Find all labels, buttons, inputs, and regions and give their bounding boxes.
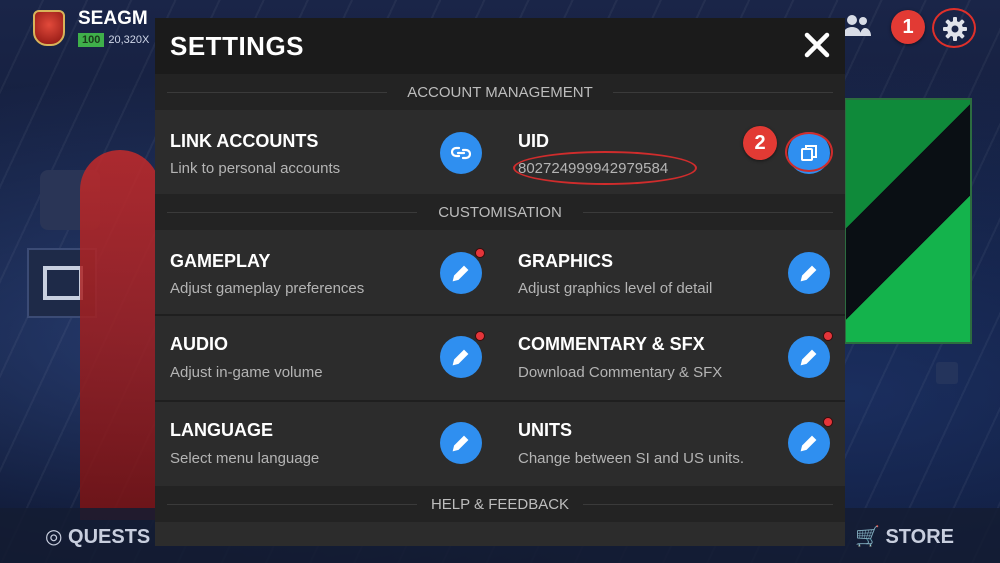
section-title: HELP & FEEDBACK: [430, 496, 570, 513]
promo-panel[interactable]: [844, 98, 972, 344]
uid-highlight-oval: [513, 151, 697, 185]
notification-dot: [475, 248, 485, 258]
settings-row-2: AUDIO Adjust in-game volume COMMENTARY &…: [155, 316, 845, 400]
notification-dot: [823, 331, 833, 341]
edit-pencil-icon: [452, 265, 469, 282]
friends-icon[interactable]: [842, 12, 872, 38]
gameplay-title: GAMEPLAY: [170, 251, 271, 271]
graphics-subtitle: Adjust graphics level of detail: [518, 280, 713, 297]
language-edit-button[interactable]: [440, 422, 482, 464]
edit-pencil-icon: [800, 349, 817, 366]
news-icon: [43, 266, 83, 300]
settings-row-1: GAMEPLAY Adjust gameplay preferences GRA…: [155, 230, 845, 314]
section-help-feedback: HELP & FEEDBACK: [155, 486, 845, 522]
club-name: SEAGM: [78, 8, 148, 29]
gameplay-subtitle: Adjust gameplay preferences: [170, 280, 365, 297]
section-customisation: CUSTOMISATION: [155, 194, 845, 230]
club-crest-icon: [33, 10, 65, 46]
store-button[interactable]: 🛒 STORE: [855, 524, 954, 549]
graphics-edit-button[interactable]: [788, 252, 830, 294]
audio-edit-button[interactable]: [440, 336, 482, 378]
modal-title: SETTINGS: [170, 31, 305, 61]
units-item: UNITS Change between SI and US units.: [503, 402, 845, 486]
store-label: STORE: [885, 526, 955, 548]
edit-pencil-icon: [800, 435, 817, 452]
step-marker-1: 1: [891, 10, 925, 44]
player-figure: [80, 150, 160, 520]
notification-dot: [475, 331, 485, 341]
uid-title: UID: [518, 131, 549, 151]
settings-row-help-partial: [155, 522, 845, 546]
close-icon[interactable]: [800, 28, 834, 62]
settings-modal: SETTINGS ACCOUNT MANAGEMENT LINK ACCOUNT…: [155, 18, 845, 546]
quests-button[interactable]: ◎ QUESTS: [45, 524, 150, 549]
link-icon: [451, 146, 471, 160]
units-title: UNITS: [518, 420, 572, 440]
link-accounts-button[interactable]: [440, 132, 482, 174]
gear-icon: [943, 17, 967, 41]
edit-pencil-icon: [800, 265, 817, 282]
commentary-item: COMMENTARY & SFX Download Commentary & S…: [503, 316, 845, 400]
notification-dot: [823, 417, 833, 427]
language-title: LANGUAGE: [170, 420, 273, 440]
modal-header: SETTINGS: [155, 18, 845, 74]
audio-subtitle: Adjust in-game volume: [170, 364, 323, 381]
club-sub-text: 20,320X: [108, 34, 150, 46]
edit-pencil-icon: [452, 435, 469, 452]
units-edit-button[interactable]: [788, 422, 830, 464]
step-marker-2: 2: [743, 126, 777, 160]
quests-label: QUESTS: [68, 526, 151, 548]
commentary-subtitle: Download Commentary & SFX: [518, 364, 723, 381]
gameplay-edit-button[interactable]: [440, 252, 482, 294]
settings-gear-button[interactable]: [932, 8, 976, 48]
club-sub-info: 100 20,320X: [78, 33, 149, 47]
language-item: LANGUAGE Select menu language: [155, 402, 500, 486]
account-row: LINK ACCOUNTS Link to personal accounts …: [155, 110, 845, 194]
link-accounts-title: LINK ACCOUNTS: [170, 131, 319, 151]
section-title: CUSTOMISATION: [438, 204, 562, 221]
link-accounts-subtitle: Link to personal accounts: [170, 160, 341, 177]
section-account-management: ACCOUNT MANAGEMENT: [155, 74, 845, 110]
lock-icon: [936, 362, 958, 384]
audio-item: AUDIO Adjust in-game volume: [155, 316, 500, 400]
settings-row-3: LANGUAGE Select menu language UNITS Chan…: [155, 402, 845, 486]
club-level-badge: 100: [78, 33, 105, 47]
graphics-item: GRAPHICS Adjust graphics level of detail: [503, 230, 845, 314]
commentary-edit-button[interactable]: [788, 336, 830, 378]
language-subtitle: Select menu language: [170, 450, 320, 467]
section-title: ACCOUNT MANAGEMENT: [407, 84, 593, 101]
gameplay-item: GAMEPLAY Adjust gameplay preferences: [155, 230, 500, 314]
commentary-title: COMMENTARY & SFX: [518, 334, 705, 354]
graphics-title: GRAPHICS: [518, 251, 614, 271]
edit-pencil-icon: [452, 349, 469, 366]
units-subtitle: Change between SI and US units.: [518, 450, 744, 467]
link-accounts-item: LINK ACCOUNTS Link to personal accounts: [155, 110, 500, 194]
audio-title: AUDIO: [170, 334, 228, 354]
copy-highlight-ring: [785, 132, 833, 172]
